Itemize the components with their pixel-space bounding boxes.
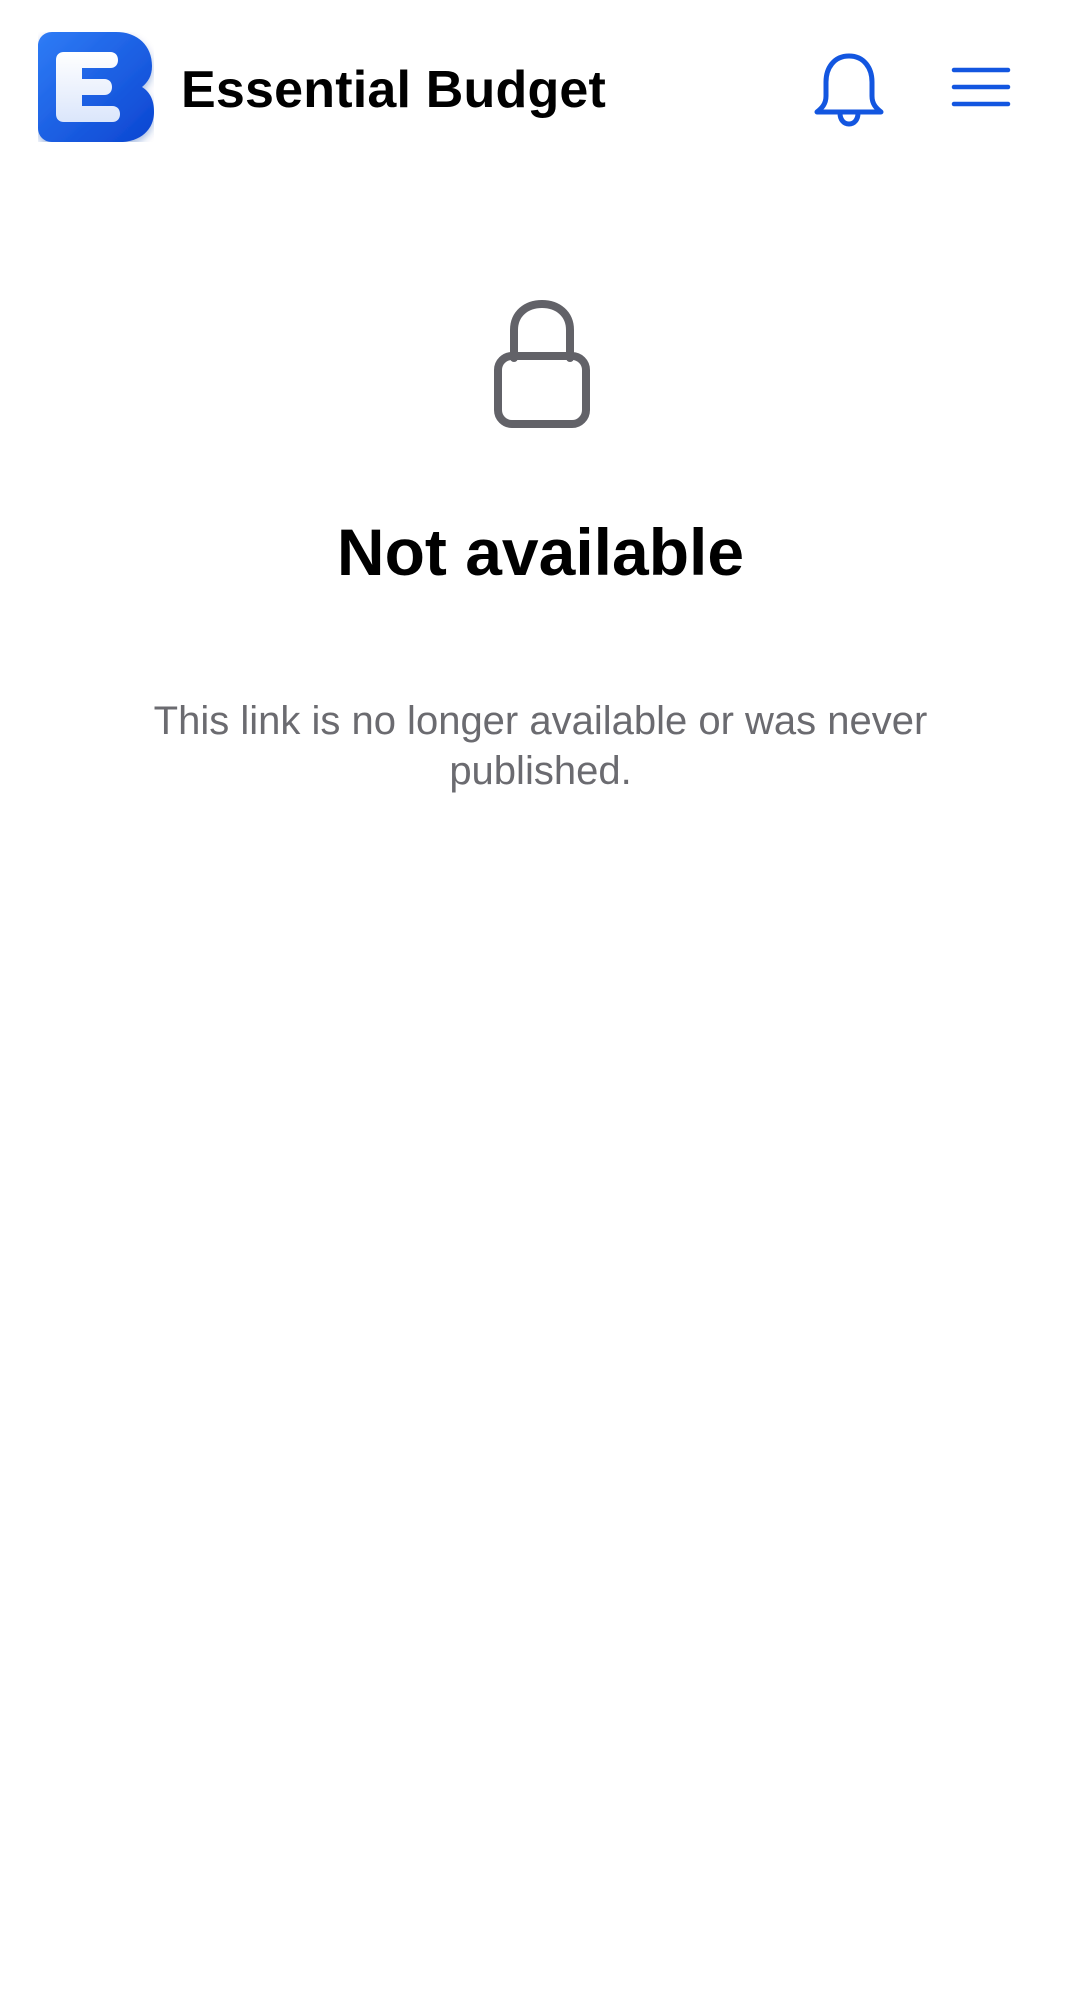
app-title: Essential Budget (181, 61, 607, 119)
app-header: Essential Budget (0, 0, 1081, 180)
bell-icon (814, 53, 884, 127)
page-title: Not available (336, 515, 745, 589)
notifications-button[interactable] (812, 50, 886, 130)
not-available-screen: Essential Budget Not available This link… (0, 0, 1081, 1999)
hamburger-menu-icon (951, 67, 1011, 107)
menu-button[interactable] (948, 62, 1014, 112)
status-message: This link is no longer available or was … (153, 699, 928, 793)
essential-budget-logo-icon[interactable] (38, 32, 154, 142)
lock-icon (492, 300, 592, 428)
